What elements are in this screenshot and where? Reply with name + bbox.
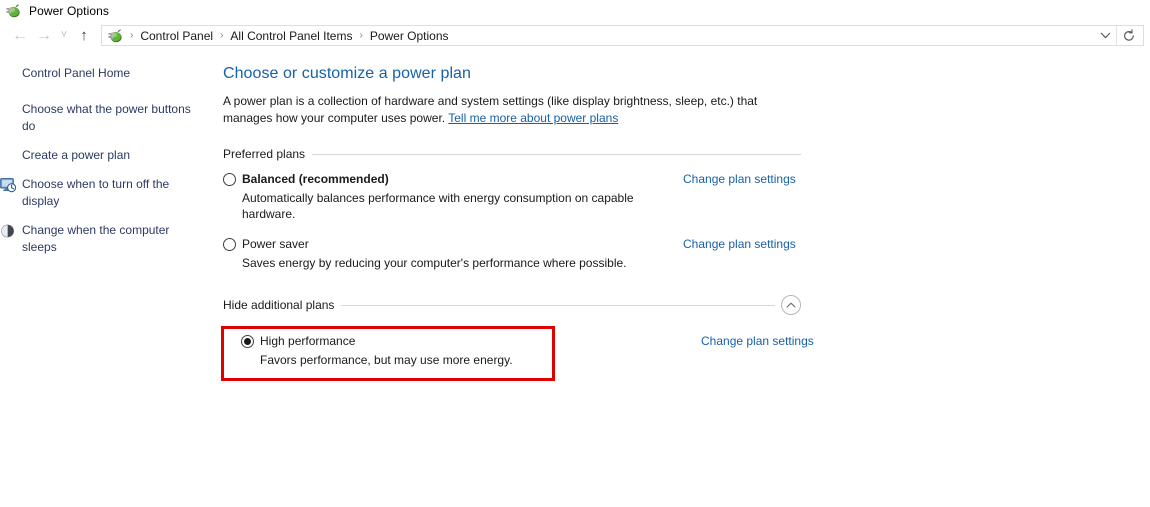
section-rule — [341, 304, 775, 306]
plan-name: High performance — [260, 334, 356, 348]
chevron-up-icon — [786, 302, 796, 308]
plan-info: High performance Favors performance, but… — [241, 334, 701, 368]
back-arrow-icon: ← — [12, 26, 28, 44]
plan-name: Power saver — [242, 237, 309, 251]
breadcrumb-separator: › — [130, 30, 134, 41]
plan-radio-power-saver[interactable] — [223, 238, 236, 251]
sidebar-item-computer-sleeps[interactable]: Change when the computer sleeps — [1, 222, 197, 256]
address-dropdown-button[interactable] — [1095, 26, 1116, 45]
chevron-down-icon — [1100, 32, 1111, 39]
section-rule — [312, 153, 801, 155]
address-power-plug-icon — [107, 28, 123, 44]
up-button[interactable]: ↑ — [72, 25, 96, 47]
forward-arrow-icon: → — [36, 26, 52, 44]
window-title: Power Options — [29, 4, 110, 18]
page-title: Choose or customize a power plan — [223, 65, 471, 82]
breadcrumb-item-control-panel[interactable]: Control Panel — [138, 28, 215, 44]
back-button[interactable]: ← — [8, 25, 32, 47]
sidebar-item-label: Control Panel Home — [22, 66, 131, 80]
change-plan-settings-link-high-performance[interactable]: Change plan settings — [701, 334, 814, 348]
sidebar-item-label: Choose when to turn off the display — [22, 177, 170, 208]
section-label: Preferred plans — [223, 147, 306, 161]
section-label: Hide additional plans — [223, 298, 335, 312]
plan-info: Power saver Saves energy by reducing you… — [223, 237, 683, 271]
sidebar-item-label: Create a power plan — [22, 148, 131, 162]
refresh-button[interactable] — [1117, 26, 1141, 45]
tell-me-more-link[interactable]: Tell me more about power plans — [448, 111, 618, 125]
section-header-hide-additional-plans: Hide additional plans — [223, 295, 801, 315]
plan-action: Change plan settings — [683, 237, 801, 251]
page-content: Control Panel Home Choose what the power… — [0, 49, 1150, 391]
change-plan-settings-link-balanced[interactable]: Change plan settings — [683, 172, 796, 186]
plan-radio-high-performance[interactable] — [241, 335, 254, 348]
plan-description: Automatically balances performance with … — [242, 191, 634, 221]
sidebar-item-label: Change when the computer sleeps — [22, 223, 170, 254]
power-plug-icon — [5, 3, 21, 19]
plan-name: Balanced (recommended) — [242, 172, 389, 186]
change-plan-settings-link-power-saver[interactable]: Change plan settings — [683, 237, 796, 251]
sidebar-item-turn-off-display[interactable]: Choose when to turn off the display — [0, 176, 197, 210]
main-panel: Choose or customize a power plan A power… — [221, 65, 1150, 391]
breadcrumb: › Control Panel › All Control Panel Item… — [125, 28, 1095, 44]
breadcrumb-item-power-options[interactable]: Power Options — [368, 28, 451, 44]
navigation-bar: ← → ˅ ↑ › Control Panel › All Control Pa… — [0, 22, 1150, 49]
sidebar-item-label: Choose what the power buttons do — [22, 102, 191, 133]
plan-action: Change plan settings — [683, 172, 801, 186]
address-bar[interactable]: › Control Panel › All Control Panel Item… — [101, 25, 1144, 46]
section-header-preferred-plans: Preferred plans — [223, 147, 801, 161]
sidebar-item-choose-power-buttons[interactable]: Choose what the power buttons do — [22, 101, 197, 135]
plan-power-saver: Power saver Saves energy by reducing you… — [223, 237, 1130, 271]
recent-locations-button[interactable]: ˅ — [56, 25, 72, 47]
recent-locations-chevron-icon: ˅ — [60, 29, 68, 41]
plan-description: Favors performance, but may use more ene… — [260, 353, 513, 367]
breadcrumb-item-all-control-panel-items[interactable]: All Control Panel Items — [228, 28, 354, 44]
plan-action: Change plan settings — [701, 334, 819, 348]
plan-radio-balanced[interactable] — [223, 173, 236, 186]
sidebar-item-create-power-plan[interactable]: Create a power plan — [22, 147, 197, 164]
plan-info: Balanced (recommended) Automatically bal… — [223, 172, 683, 222]
sidebar-item-control-panel-home[interactable]: Control Panel Home — [22, 65, 197, 82]
forward-button[interactable]: → — [32, 25, 56, 47]
breadcrumb-separator: › — [220, 30, 224, 41]
address-bar-controls — [1095, 26, 1141, 45]
sidebar: Control Panel Home Choose what the power… — [0, 65, 222, 268]
collapse-additional-plans-button[interactable] — [781, 295, 801, 315]
refresh-icon — [1124, 28, 1134, 41]
display-clock-icon — [0, 177, 17, 193]
plan-description: Saves energy by reducing your computer's… — [242, 256, 627, 270]
plan-high-performance: High performance Favors performance, but… — [221, 326, 1130, 381]
up-arrow-icon: ↑ — [80, 27, 88, 44]
sleep-moon-icon — [0, 223, 16, 239]
title-bar: Power Options — [0, 0, 1150, 22]
breadcrumb-separator: › — [359, 30, 363, 41]
page-description: A power plan is a collection of hardware… — [223, 93, 808, 127]
plan-balanced: Balanced (recommended) Automatically bal… — [223, 172, 1130, 222]
